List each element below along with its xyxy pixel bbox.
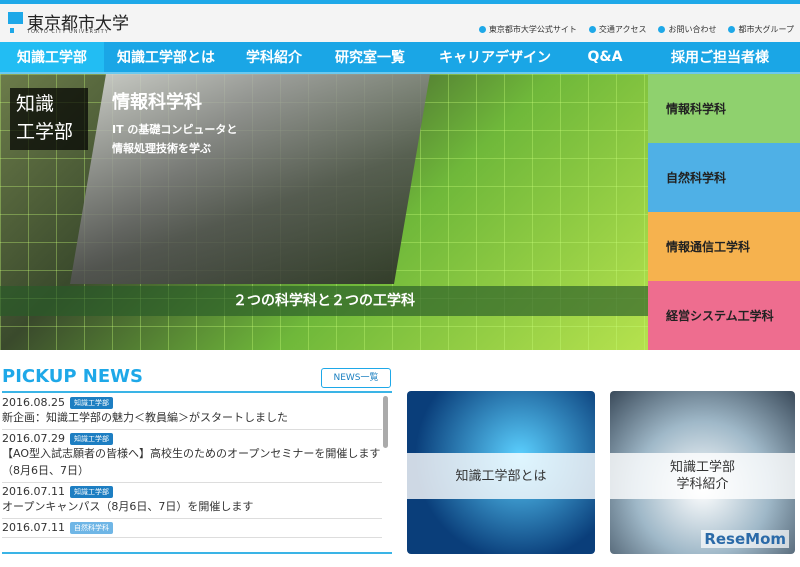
logo-mark <box>8 12 23 24</box>
category-tag: 自然科学科 <box>69 522 113 534</box>
nav-departments[interactable]: 学科紹介 <box>228 42 320 72</box>
dept-management-systems[interactable]: 経営システム工学科 <box>648 281 800 350</box>
nav-home[interactable]: 知識工学部 <box>0 42 104 72</box>
faculty-badge: 知識 工学部 <box>10 88 88 150</box>
news-list-button[interactable]: NEWS一覧 <box>321 368 391 388</box>
card-label-line: 学科紹介 <box>676 477 729 492</box>
watermark-logo: ReseMom <box>701 530 789 548</box>
badge-line: 工学部 <box>16 121 74 143</box>
news-list: 2016.08.25 知識工学部 新企画：知識工学部の魅力＜教員編＞がスタートしまし… <box>2 394 382 552</box>
util-link-label: 都市大グループ <box>738 25 794 34</box>
utility-links: 東京都市大学公式サイト 交通アクセス お問い合わせ 都市大グループ <box>478 24 794 35</box>
util-link-label: お問い合わせ <box>668 25 717 34</box>
arrow-circle-icon <box>728 26 736 33</box>
dept-information-science[interactable]: 情報科学科 <box>648 74 800 143</box>
util-link-label: 交通アクセス <box>598 25 647 34</box>
news-date: 2016.07.11 <box>2 485 65 498</box>
divider <box>2 552 392 554</box>
util-link-access[interactable]: 交通アクセス <box>588 24 647 35</box>
logo-mark-small <box>10 28 14 33</box>
dept-natural-science[interactable]: 自然科学科 <box>648 143 800 212</box>
category-tag: 知識工学部 <box>69 486 113 498</box>
main-nav: 知識工学部 知識工学部とは 学科紹介 研究室一覧 キャリアデザイン Q&A 採用… <box>0 42 800 74</box>
news-text: 【AO型入試志願者の皆様へ】高校生のためのオープンセミナーを開催します（8月6日… <box>2 447 381 477</box>
nav-recruiters[interactable]: 採用ご担当者様 <box>640 42 800 72</box>
util-link-official[interactable]: 東京都市大学公式サイト <box>478 24 577 35</box>
dept-info-communication[interactable]: 情報通信工学科 <box>648 212 800 281</box>
util-link-group[interactable]: 都市大グループ <box>728 24 794 35</box>
nav-qa[interactable]: Q&A <box>570 42 640 72</box>
category-tag: 知識工学部 <box>69 433 113 445</box>
arrow-circle-icon <box>478 26 486 33</box>
hero-banner: 知識工学部 情報科学科 IT の基礎コンピュータと 情報処理技術を学ぶ ２つの科学… <box>0 74 800 350</box>
department-menu: 情報科学科 自然科学科 情報通信工学科 経営システム工学科 <box>648 74 800 350</box>
nav-career[interactable]: キャリアデザイン <box>420 42 570 72</box>
arrow-circle-icon <box>588 26 596 33</box>
card-label: 知識工学部 学科紹介 <box>610 453 795 499</box>
subtitle-line: 情報処理技術を学ぶ <box>112 142 211 155</box>
nav-about[interactable]: 知識工学部とは <box>104 42 228 72</box>
news-item[interactable]: 2016.07.29 知識工学部【AO型入試志願者の皆様へ】高校生のためのオープン… <box>2 430 382 483</box>
util-link-label: 東京都市大学公式サイト <box>488 25 577 34</box>
divider <box>2 391 392 393</box>
hero-caption: ２つの科学科と２つの工学科 <box>0 286 648 316</box>
hero-image[interactable]: 知識工学部 情報科学科 IT の基礎コンピュータと 情報処理技術を学ぶ ２つの科学… <box>0 74 648 350</box>
card-label-line: 知識工学部 <box>669 460 735 475</box>
site-header: 東京都市大学 TOKYO CITY UNIVERSITY 東京都市大学公式サイト… <box>0 4 800 42</box>
card-label: 知識工学部とは <box>407 453 595 499</box>
scrollbar-thumb[interactable] <box>383 396 388 448</box>
subtitle-line: IT の基礎コンピュータと <box>112 123 238 136</box>
util-link-contact[interactable]: お問い合わせ <box>658 24 716 35</box>
category-tag: 知識工学部 <box>69 397 113 409</box>
hero-subtitle: IT の基礎コンピュータと 情報処理技術を学ぶ <box>112 120 237 158</box>
news-scrollbar[interactable] <box>383 394 390 552</box>
hero-title: 情報科学科 <box>112 92 202 113</box>
news-item[interactable]: 2016.07.11 自然科学科 <box>2 519 382 538</box>
news-text: 新企画：知識工学部の魅力＜教員編＞がスタートしました <box>2 411 288 424</box>
news-heading: PICKUP NEWS <box>2 366 143 387</box>
news-item[interactable]: 2016.08.25 知識工学部新企画：知識工学部の魅力＜教員編＞がスタートしまし… <box>2 394 382 430</box>
news-date: 2016.07.11 <box>2 521 65 534</box>
about-faculty-card[interactable]: 知識工学部とは <box>407 391 595 554</box>
news-item[interactable]: 2016.07.11 知識工学部オープンキャンパス（8月6日、7日）を開催します <box>2 483 382 519</box>
nav-labs[interactable]: 研究室一覧 <box>320 42 420 72</box>
departments-card[interactable]: 知識工学部学科紹介 ReseMom <box>610 391 795 554</box>
logo-subtext: TOKYO CITY UNIVERSITY <box>27 29 109 35</box>
badge-line: 知識 <box>16 93 55 115</box>
news-date: 2016.07.29 <box>2 432 65 445</box>
news-date: 2016.08.25 <box>2 396 65 409</box>
news-text: オープンキャンパス（8月6日、7日）を開催します <box>2 500 254 513</box>
arrow-circle-icon <box>658 26 666 33</box>
